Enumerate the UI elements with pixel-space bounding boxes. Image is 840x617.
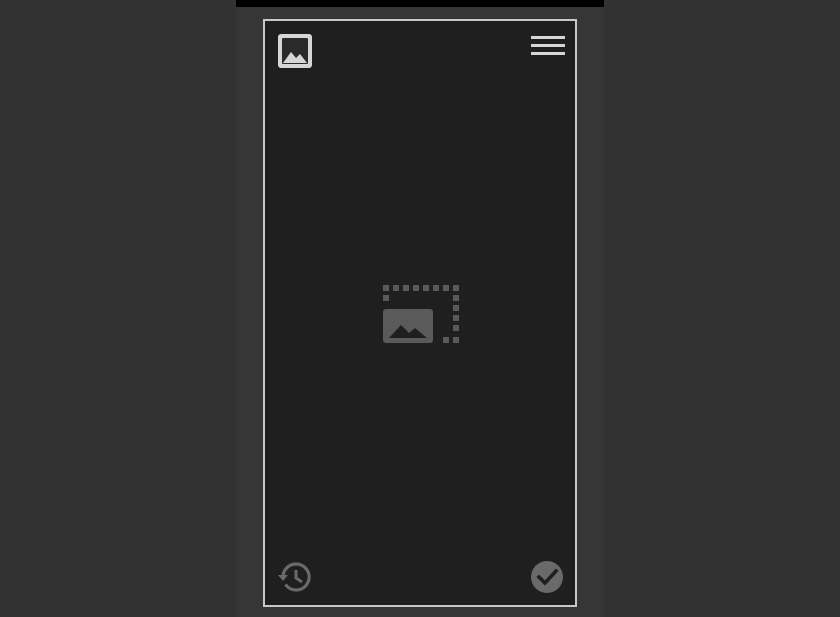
status-bar <box>236 0 604 7</box>
image-canvas[interactable] <box>263 19 577 607</box>
device-frame <box>236 0 604 617</box>
menu-button[interactable] <box>529 31 567 61</box>
history-icon <box>278 560 312 594</box>
confirm-button[interactable] <box>529 559 565 595</box>
app-background <box>0 0 840 617</box>
gallery-button[interactable] <box>277 33 313 69</box>
select-image-area-icon <box>379 283 463 351</box>
image-icon <box>278 34 312 68</box>
hamburger-menu-icon <box>531 34 565 58</box>
check-circle-icon <box>530 560 564 594</box>
history-button[interactable] <box>277 559 313 595</box>
